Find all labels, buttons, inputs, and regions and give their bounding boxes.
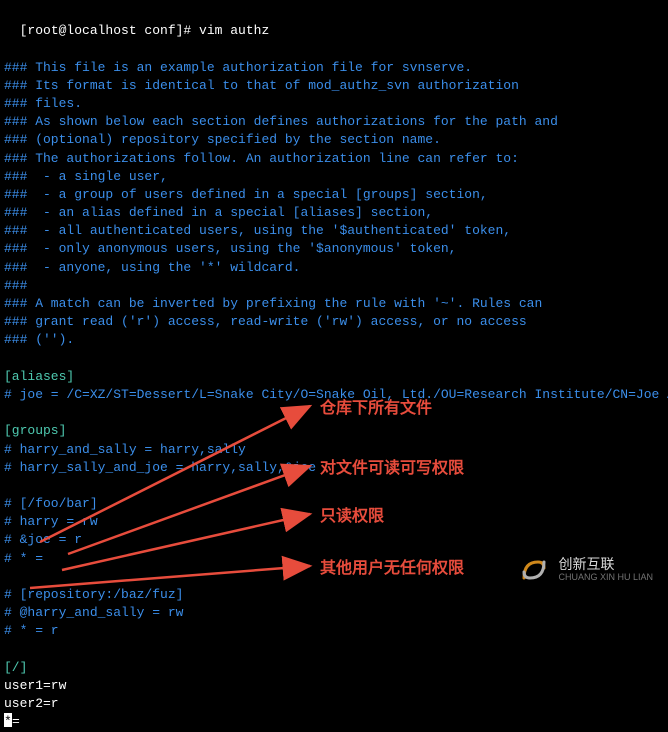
cursor-rest: = xyxy=(12,714,20,729)
terminal-line xyxy=(4,40,664,58)
watermark-text: 创新互联 CHUANG XIN HU LIAN xyxy=(558,557,653,582)
terminal-line: # harry_and_sally = harry,sally xyxy=(4,441,664,459)
terminal-line: ### files. xyxy=(4,95,664,113)
watermark-en: CHUANG XIN HU LIAN xyxy=(558,573,653,583)
terminal-line: user1=rw xyxy=(4,677,664,695)
prompt-text: [root@localhost conf]# vim authz xyxy=(20,23,270,38)
terminal-line xyxy=(4,477,664,495)
terminal-line: ### (optional) repository specified by t… xyxy=(4,131,664,149)
terminal-line: ### - a single user, xyxy=(4,168,664,186)
terminal-line: ### As shown below each section defines … xyxy=(4,113,664,131)
terminal-line: ### (''). xyxy=(4,331,664,349)
terminal-line: ### - a group of users defined in a spec… xyxy=(4,186,664,204)
terminal-line xyxy=(4,641,664,659)
terminal-line: ### - all authenticated users, using the… xyxy=(4,222,664,240)
terminal-line: # [repository:/baz/fuz] xyxy=(4,586,664,604)
cursor-line: *= xyxy=(4,713,664,731)
watermark-logo xyxy=(518,554,550,586)
terminal-line: # [/foo/bar] xyxy=(4,495,664,513)
terminal-line: [aliases] xyxy=(4,368,664,386)
terminal-line: # * = r xyxy=(4,622,664,640)
terminal-line xyxy=(4,404,664,422)
terminal-line: ### grant read ('r') access, read-write … xyxy=(4,313,664,331)
terminal-line: ### The authorizations follow. An author… xyxy=(4,150,664,168)
terminal-line: ### Its format is identical to that of m… xyxy=(4,77,664,95)
terminal-line: # @harry_and_sally = rw xyxy=(4,604,664,622)
terminal-line: # &joe = r xyxy=(4,531,664,549)
watermark: 创新互联 CHUANG XIN HU LIAN xyxy=(518,554,653,586)
terminal-content[interactable]: ### This file is an example authorizatio… xyxy=(4,40,664,713)
terminal-line: ### This file is an example authorizatio… xyxy=(4,59,664,77)
terminal-line: ### - anyone, using the '*' wildcard. xyxy=(4,259,664,277)
cursor: * xyxy=(4,713,12,727)
terminal-line: ### - an alias defined in a special [ali… xyxy=(4,204,664,222)
terminal-line xyxy=(4,350,664,368)
terminal-line: ### - only anonymous users, using the '$… xyxy=(4,240,664,258)
watermark-cn: 创新互联 xyxy=(558,557,653,572)
terminal-line: # harry_sally_and_joe = harry,sally,&joe xyxy=(4,459,664,477)
terminal-line: ### A match can be inverted by prefixing… xyxy=(4,295,664,313)
terminal-prompt: [root@localhost conf]# vim authz xyxy=(4,4,664,40)
terminal-line: user2=r xyxy=(4,695,664,713)
terminal-line: # harry = rw xyxy=(4,513,664,531)
terminal-line: [groups] xyxy=(4,422,664,440)
terminal-line: [/] xyxy=(4,659,664,677)
terminal-line: ### xyxy=(4,277,664,295)
terminal-line: # joe = /C=XZ/ST=Dessert/L=Snake City/O=… xyxy=(4,386,664,404)
